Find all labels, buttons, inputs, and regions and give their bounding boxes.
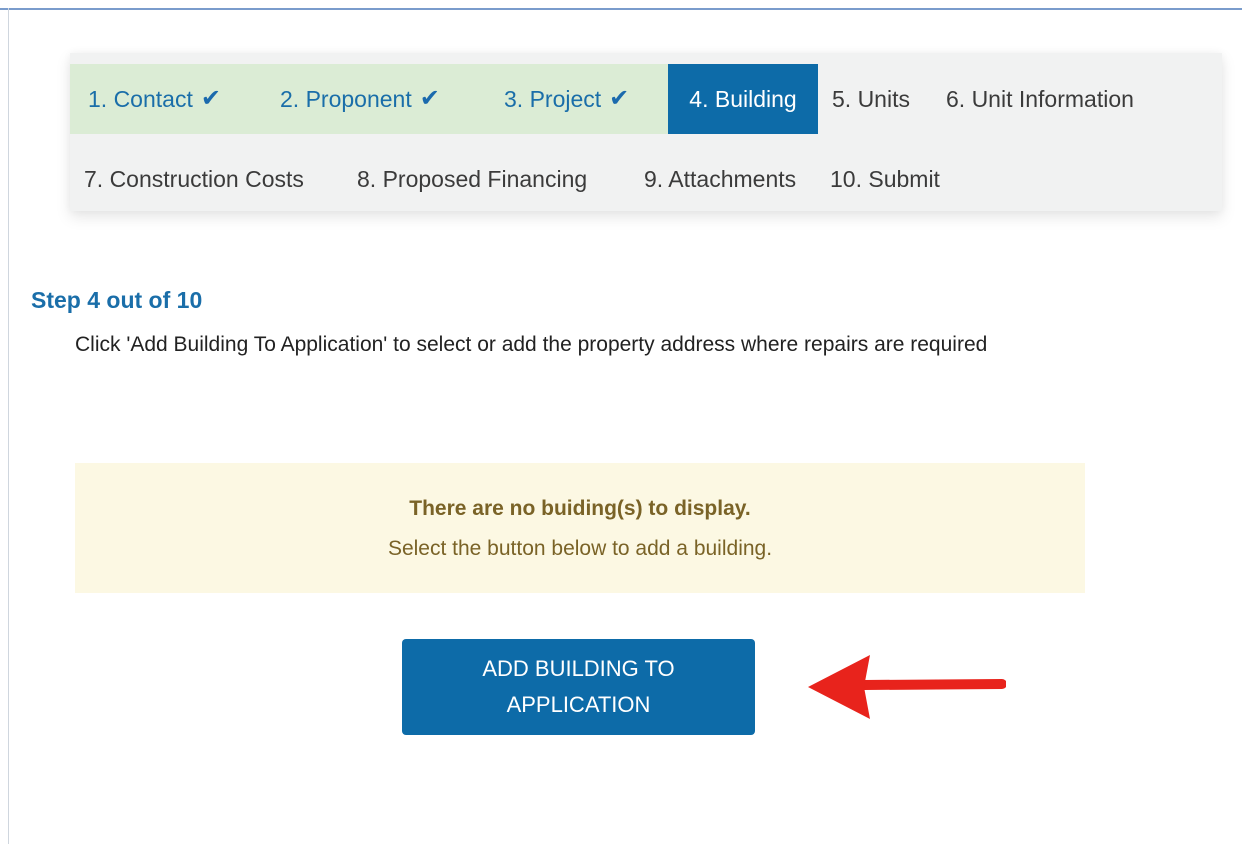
checkmark-icon: ✔	[419, 85, 440, 112]
add-building-label-line1: ADD BUILDING TO	[482, 656, 675, 681]
step-building[interactable]: 4. Building	[668, 64, 818, 134]
step-label: 5. Units	[832, 86, 910, 112]
notice-subtitle: Select the button below to add a buildin…	[387, 537, 773, 560]
notice-title: There are no buiding(s) to display.	[409, 497, 751, 520]
left-divider	[8, 8, 9, 844]
step-label: 2. Proponent	[280, 86, 412, 112]
red-arrow-left-icon	[808, 655, 1006, 719]
step-label: 7. Construction Costs	[84, 166, 304, 192]
top-divider	[0, 8, 1242, 10]
step-label: 9. Attachments	[644, 166, 797, 192]
empty-state-notice: There are no buiding(s) to display. Sele…	[75, 463, 1085, 593]
step-units[interactable]: 5. Units	[832, 64, 910, 134]
checkmark-icon: ✔	[200, 85, 221, 112]
checkmark-icon: ✔	[609, 85, 630, 112]
step-proponent[interactable]: 2. Proponent ✔	[252, 64, 492, 134]
step-construction-costs[interactable]: 7. Construction Costs	[84, 144, 304, 214]
wizard-stepper: 1. Contact ✔ 2. Proponent ✔ 3. Project ✔ 4.…	[70, 53, 1222, 211]
step-proposed-financing[interactable]: 8. Proposed Financing	[357, 144, 587, 214]
step-label: 10. Submit	[830, 166, 940, 192]
add-building-label-line2: APPLICATION	[506, 692, 651, 717]
step-project[interactable]: 3. Project ✔	[492, 64, 668, 134]
step-label: 3. Project	[504, 86, 602, 112]
add-building-button[interactable]: ADD BUILDING TO APPLICATION	[402, 639, 755, 735]
step-label: 6. Unit Information	[946, 86, 1134, 112]
step-submit[interactable]: 10. Submit	[830, 144, 940, 214]
step-unit-information[interactable]: 6. Unit Information	[946, 64, 1134, 134]
step-label: 8. Proposed Financing	[357, 166, 588, 192]
step-heading: Step 4 out of 10	[31, 287, 203, 313]
step-attachments[interactable]: 9. Attachments	[644, 144, 796, 214]
step-label: 1. Contact	[88, 86, 193, 112]
step-label: 4. Building	[689, 86, 797, 112]
step-contact[interactable]: 1. Contact ✔	[70, 64, 252, 134]
instructions-text: Click 'Add Building To Application' to s…	[75, 333, 988, 356]
